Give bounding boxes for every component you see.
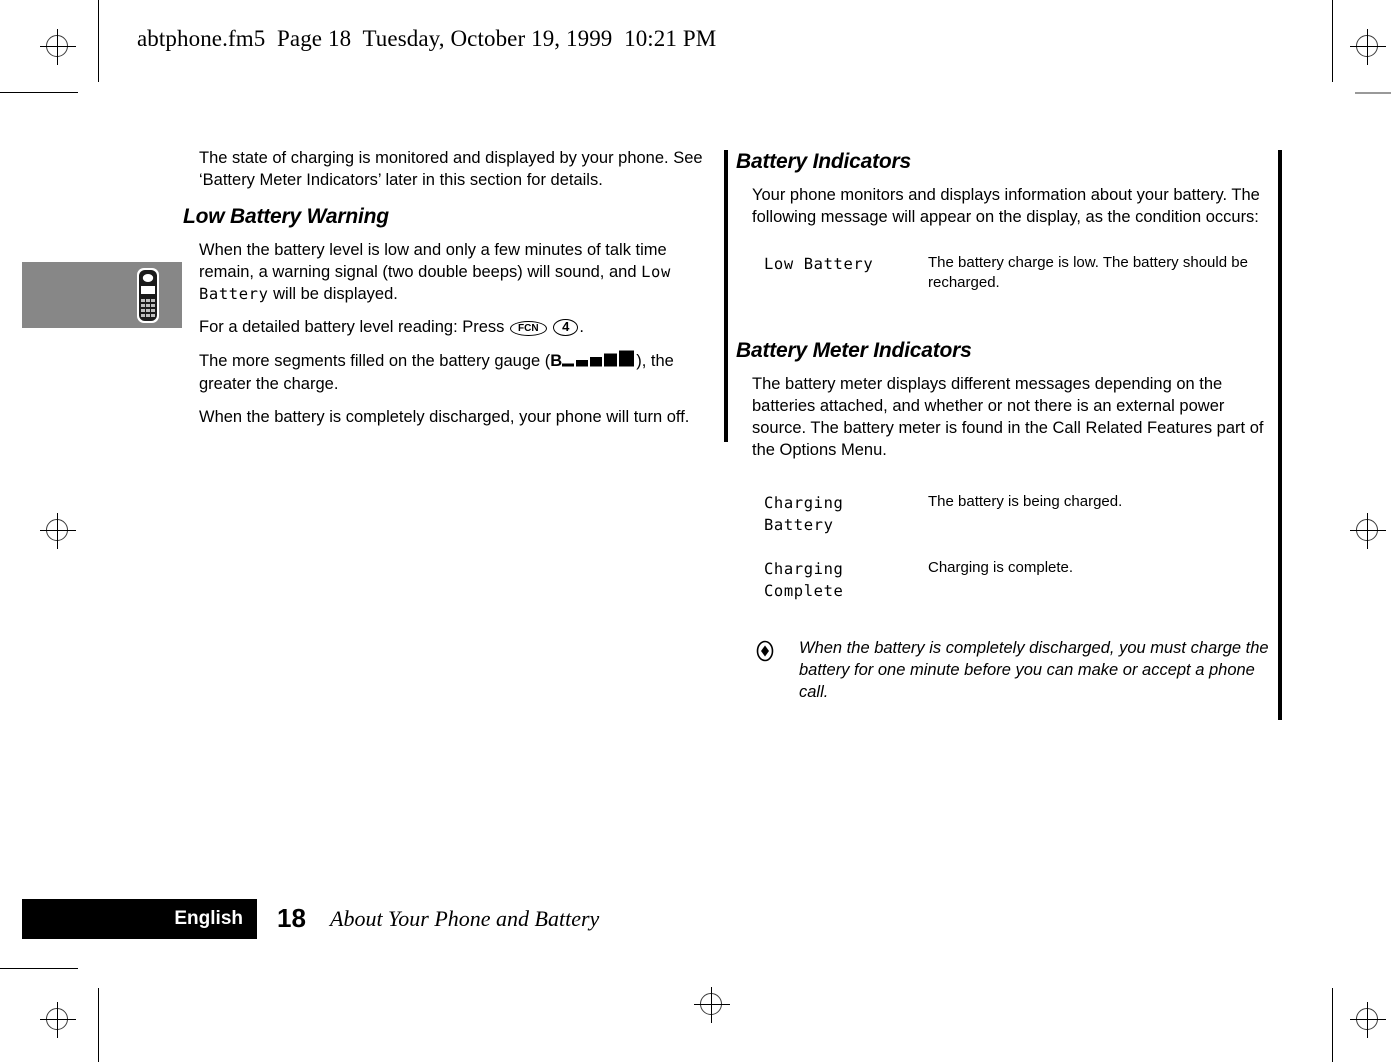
phone-handset-icon bbox=[136, 267, 160, 324]
reg-hbar bbox=[40, 1019, 76, 1020]
indicator-row: Low Battery The battery charge is low. T… bbox=[752, 253, 1278, 294]
reg-vbar bbox=[711, 987, 712, 1023]
note-text: When the battery is completely discharge… bbox=[799, 638, 1269, 702]
key-4-icon: 4 bbox=[553, 318, 579, 336]
meter-indicator-row: Charging Battery The battery is being ch… bbox=[752, 492, 1278, 537]
note-bullet-icon bbox=[755, 637, 799, 704]
detailed-reading-period: . bbox=[579, 317, 584, 336]
battery-indicators-paragraph: Your phone monitors and displays informa… bbox=[752, 185, 1260, 226]
crop-mark-bottom-left bbox=[0, 968, 78, 969]
reg-vbar bbox=[57, 513, 58, 549]
registration-mark-mid-right bbox=[1350, 513, 1386, 549]
reg-vbar bbox=[1367, 1002, 1368, 1038]
intro-paragraph: The state of charging is monitored and d… bbox=[199, 149, 703, 189]
column-divider-rule bbox=[724, 150, 728, 442]
reg-vbar bbox=[1367, 513, 1368, 549]
detailed-reading-paragraph: For a detailed battery level reading: Pr… bbox=[199, 317, 718, 339]
lcd-charging-battery-line2: Battery bbox=[764, 516, 834, 535]
lbw-text-part1: When the battery level is low and only a… bbox=[199, 240, 667, 281]
crop-mark-left-vertical-bottom bbox=[98, 988, 99, 1062]
heading-low-battery-warning: Low Battery Warning bbox=[183, 204, 389, 228]
running-header: abtphone.fm5 Page 18 Tuesday, October 19… bbox=[137, 26, 717, 51]
battery-indicator-list: Low Battery The battery charge is low. T… bbox=[752, 253, 1278, 294]
lcd-charging-complete-line1: Charging bbox=[764, 559, 844, 578]
registration-mark-top-left bbox=[40, 29, 76, 65]
registration-mark-top-right bbox=[1350, 29, 1386, 65]
reg-vbar bbox=[57, 29, 58, 65]
margin-graphic-tab bbox=[22, 262, 182, 328]
meter-indicator-description: The battery is being charged. bbox=[928, 492, 1123, 510]
lcd-low-battery: Low Battery bbox=[764, 254, 874, 273]
meter-indicator-description: Charging is complete. bbox=[928, 558, 1074, 576]
footer-page-number: 18 bbox=[277, 903, 306, 933]
meter-indicator-term: Charging Complete bbox=[752, 558, 928, 603]
meter-indicator-row: Charging Complete Charging is complete. bbox=[752, 558, 1278, 603]
lcd-charging-complete-line2: Complete bbox=[764, 582, 844, 601]
reg-hbar bbox=[1350, 530, 1386, 531]
left-column: The state of charging is monitored and d… bbox=[183, 148, 718, 440]
reg-hbar bbox=[1350, 1019, 1386, 1020]
indicator-term: Low Battery bbox=[752, 253, 928, 294]
registration-mark-bottom-right bbox=[1350, 1002, 1386, 1038]
note-block: When the battery is completely discharge… bbox=[752, 637, 1278, 704]
registration-mark-bottom-left bbox=[40, 1002, 76, 1038]
reg-hbar bbox=[40, 46, 76, 47]
crop-mark-left-vertical-top bbox=[98, 0, 99, 82]
lbw-text-part2: will be displayed. bbox=[268, 284, 398, 303]
battery-meter-paragraph: The battery meter displays different mes… bbox=[752, 375, 1264, 460]
crop-mark-top-left bbox=[0, 92, 78, 93]
reg-hbar bbox=[40, 530, 76, 531]
gauge-text-part1: The more segments filled on the battery … bbox=[199, 351, 551, 370]
crop-mark-right-vertical-top bbox=[1332, 0, 1333, 82]
footer-section-title: About Your Phone and Battery bbox=[330, 906, 600, 931]
gauge-b-label: B bbox=[550, 351, 563, 370]
crop-mark-right-vertical-bottom bbox=[1332, 988, 1333, 1062]
reg-vbar bbox=[1367, 29, 1368, 65]
battery-gauge-icon bbox=[562, 350, 636, 375]
right-column: Battery Indicators Your phone monitors a… bbox=[736, 148, 1278, 704]
reg-hbar bbox=[1350, 46, 1386, 47]
indicator-description: The battery charge is low. The battery s… bbox=[928, 253, 1248, 292]
registration-mark-mid-left bbox=[40, 513, 76, 549]
lcd-charging-battery-line1: Charging bbox=[764, 493, 844, 512]
reg-hbar bbox=[694, 1004, 730, 1005]
discharged-paragraph: When the battery is completely discharge… bbox=[199, 408, 690, 427]
key-fcn-icon: FCN bbox=[510, 320, 547, 336]
meter-indicator-term: Charging Battery bbox=[752, 492, 928, 537]
heading-battery-indicators: Battery Indicators bbox=[736, 150, 911, 173]
heading-battery-meter-indicators: Battery Meter Indicators bbox=[736, 339, 972, 363]
reg-vbar bbox=[57, 1002, 58, 1038]
footer-language-bar: English bbox=[22, 899, 257, 939]
registration-mark-bottom-center bbox=[694, 987, 730, 1023]
footer-language-label: English bbox=[174, 908, 243, 929]
battery-gauge-paragraph: The more segments filled on the battery … bbox=[199, 350, 718, 397]
low-battery-warning-paragraph: When the battery level is low and only a… bbox=[199, 240, 718, 306]
page-canvas: abtphone.fm5 Page 18 Tuesday, October 19… bbox=[0, 0, 1391, 1062]
crop-mark-top-right bbox=[1355, 92, 1391, 94]
right-margin-rule bbox=[1278, 150, 1282, 720]
detailed-reading-text: For a detailed battery level reading: Pr… bbox=[199, 317, 509, 336]
battery-meter-indicator-list: Charging Battery The battery is being ch… bbox=[752, 492, 1278, 603]
